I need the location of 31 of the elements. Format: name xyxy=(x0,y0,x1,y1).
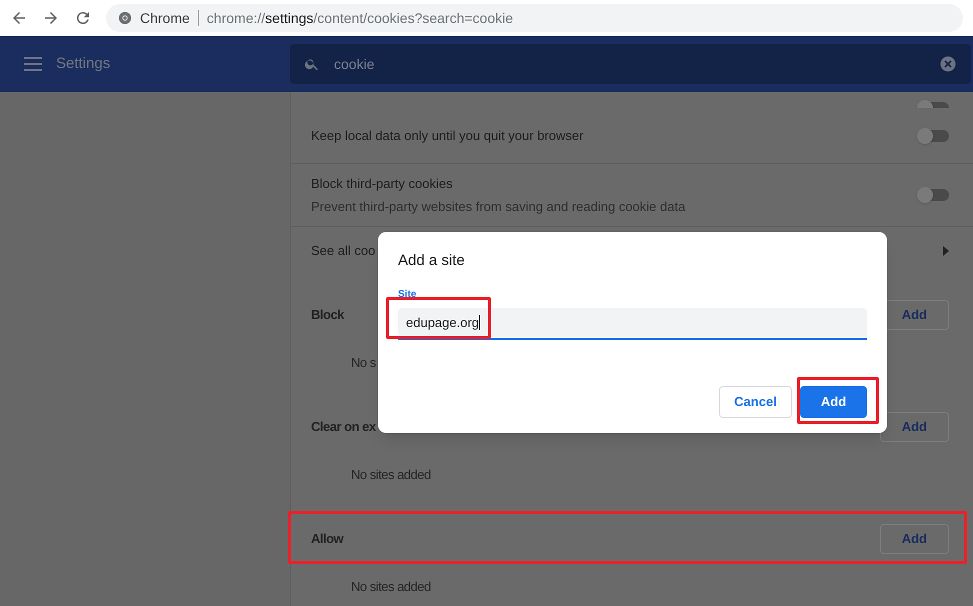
setting-label: Keep local data only until you quit your browser xyxy=(311,126,584,145)
address-bar[interactable]: Chrome chrome://settings/content/cookies?search=cookie xyxy=(106,4,963,32)
add-button[interactable]: Add xyxy=(880,524,949,554)
site-input-field[interactable]: edupage.org xyxy=(398,308,867,340)
site-label: Chrome xyxy=(140,8,190,28)
search-value: cookie xyxy=(334,54,376,74)
field-label: Site xyxy=(398,288,416,302)
empty-text: No sites added xyxy=(351,578,431,596)
setting-label: Block third-party cookies xyxy=(311,174,453,193)
setting-description: Prevent third-party websites from saving and reading cookie data xyxy=(311,198,686,216)
search-field[interactable]: cookie xyxy=(290,44,971,84)
site-input-value: edupage.org xyxy=(406,314,480,332)
clear-icon[interactable] xyxy=(939,55,957,73)
setting-label: See all coo xyxy=(311,242,376,260)
empty-text: No sites added xyxy=(351,466,431,484)
cancel-button[interactable]: Cancel xyxy=(719,386,792,418)
section-title: Allow xyxy=(311,531,344,546)
section-title: Clear on ex xyxy=(311,419,376,434)
menu-icon[interactable] xyxy=(24,57,42,71)
empty-text: No s xyxy=(351,354,376,372)
url-text: chrome://settings/content/cookies?search=cookie xyxy=(206,8,514,28)
toggle-switch[interactable] xyxy=(917,187,949,203)
reload-icon[interactable] xyxy=(74,9,92,27)
toggle-switch[interactable] xyxy=(917,128,949,144)
settings-title: Settings xyxy=(56,54,110,74)
add-button[interactable]: Add xyxy=(800,386,867,418)
chrome-logo-icon xyxy=(118,11,132,25)
dialog-title: Add a site xyxy=(398,251,466,271)
section-title: Block xyxy=(311,307,344,322)
forward-icon[interactable] xyxy=(42,9,60,27)
caret-icon[interactable] xyxy=(943,246,949,256)
